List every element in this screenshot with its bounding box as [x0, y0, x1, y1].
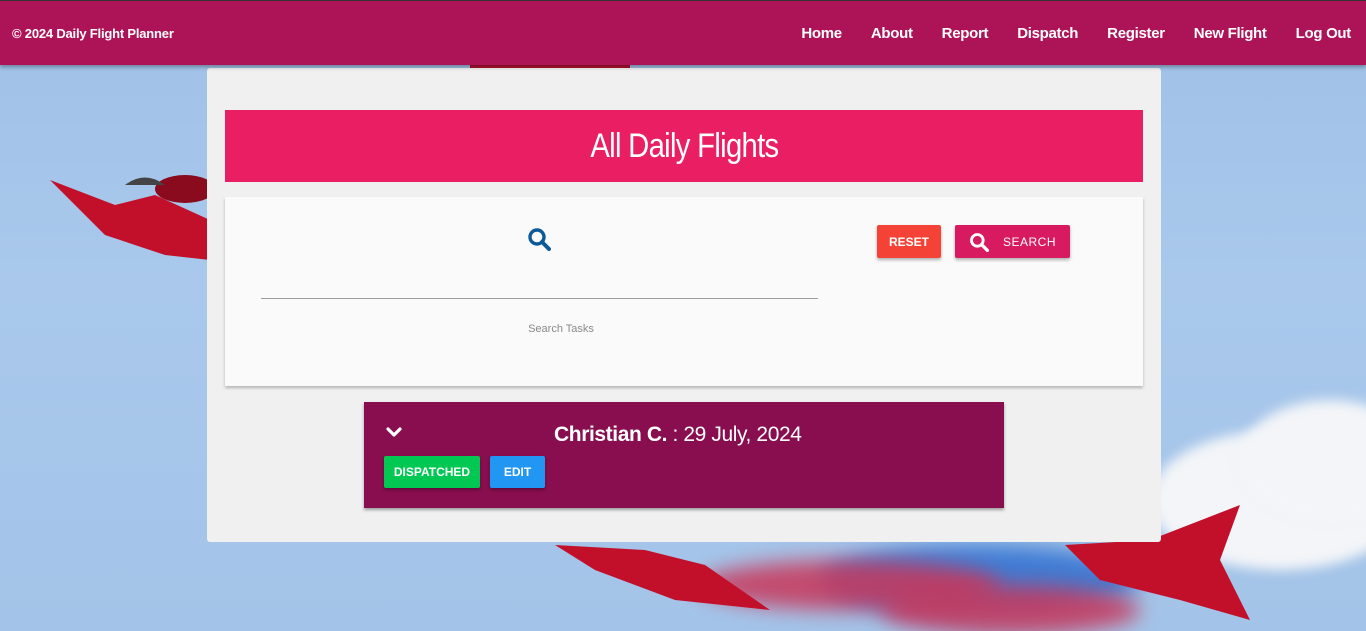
- search-button-label: SEARCH: [1002, 234, 1056, 249]
- edit-label: EDIT: [503, 465, 532, 479]
- page-title: All Daily Flights: [589, 126, 779, 165]
- search-input[interactable]: [261, 269, 818, 299]
- nav-new-flight[interactable]: New Flight: [1194, 25, 1267, 42]
- main-nav: Home About Report Dispatch Register New …: [772, 25, 1351, 42]
- search-icon: [528, 228, 551, 251]
- dispatched-label: DISPATCHED: [393, 465, 471, 479]
- nav-report[interactable]: Report: [942, 25, 989, 42]
- brand-copyright: © 2024 Daily Flight Planner: [12, 25, 174, 41]
- reset-button[interactable]: RESET: [877, 225, 941, 258]
- search-button[interactable]: SEARCH: [955, 225, 1070, 258]
- flight-date: 29 July, 2024: [683, 423, 802, 446]
- nav-about[interactable]: About: [871, 25, 913, 42]
- nav-register[interactable]: Register: [1107, 25, 1165, 42]
- flight-title: Christian C. : 29 July, 2024: [554, 423, 802, 447]
- search-input-label: Search Tasks: [528, 323, 594, 335]
- title-banner: All Daily Flights: [225, 110, 1143, 182]
- search-panel: Search Tasks RESET SEARCH: [225, 197, 1143, 386]
- search-icon: [970, 232, 989, 252]
- top-navbar: © 2024 Daily Flight Planner Home About R…: [0, 0, 1366, 65]
- edit-button[interactable]: EDIT: [490, 456, 545, 488]
- jet-bottom-icon: [555, 545, 770, 610]
- main-container: All Daily Flights Search Tasks RESET SEA…: [207, 68, 1161, 542]
- jet-left-icon: [50, 175, 215, 260]
- flight-card: Christian C. : 29 July, 2024 DISPATCHED …: [364, 402, 1004, 508]
- chevron-down-icon[interactable]: [386, 426, 402, 438]
- dispatched-button[interactable]: DISPATCHED: [384, 456, 480, 488]
- pilot-name: Christian C.: [554, 423, 668, 446]
- title-separator: :: [667, 423, 684, 446]
- reset-button-label: RESET: [888, 234, 929, 249]
- nav-dispatch[interactable]: Dispatch: [1017, 25, 1078, 42]
- nav-log-out[interactable]: Log Out: [1296, 25, 1352, 42]
- nav-home[interactable]: Home: [801, 25, 842, 42]
